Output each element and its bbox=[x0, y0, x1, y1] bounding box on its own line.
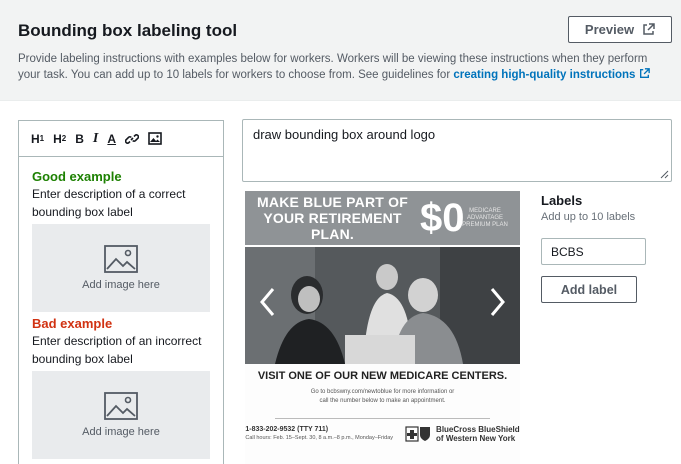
text-color-icon[interactable]: A bbox=[107, 131, 116, 147]
good-example-image-placeholder[interactable]: Add image here bbox=[32, 224, 210, 312]
image-placeholder-icon bbox=[104, 245, 138, 273]
labels-subtitle: Add up to 10 labels bbox=[541, 211, 636, 223]
guidelines-link[interactable]: creating high-quality instructions bbox=[453, 68, 650, 81]
bcbs-logo: BlueCross BlueShield of Western New York bbox=[405, 425, 520, 443]
h2-icon[interactable]: H2 bbox=[53, 131, 66, 147]
ad-small-text: MEDICARE ADVANTAGE PREMIUM PLAN bbox=[462, 207, 508, 228]
image-canvas[interactable]: MAKE BLUE PART OF YOUR RETIREMENT PLAN. … bbox=[245, 191, 520, 464]
examples-editor[interactable]: H1 H2 B I A Good example Enter descripti… bbox=[18, 120, 224, 464]
external-link-icon bbox=[639, 68, 650, 78]
label-input[interactable]: BCBS bbox=[541, 238, 646, 265]
ad-banner: MAKE BLUE PART OF YOUR RETIREMENT PLAN. … bbox=[245, 191, 520, 245]
bold-icon[interactable]: B bbox=[75, 131, 84, 147]
good-example-title: Good example bbox=[32, 169, 122, 184]
bad-example: Bad example Enter description of an inco… bbox=[32, 316, 212, 459]
editor-toolbar: H1 H2 B I A bbox=[19, 121, 223, 157]
ad-big-number: $0 bbox=[420, 195, 465, 240]
next-image-icon[interactable] bbox=[488, 287, 506, 317]
bcbs-brand-text: BlueCross BlueShield of Western New York bbox=[436, 425, 520, 443]
instructions-textarea[interactable]: draw bounding box around logo bbox=[242, 119, 672, 182]
link-icon[interactable] bbox=[125, 131, 140, 147]
instructions-value: draw bounding box around logo bbox=[253, 127, 436, 142]
resize-grip-icon[interactable] bbox=[660, 170, 669, 179]
preview-label: Preview bbox=[584, 22, 635, 37]
italic-icon[interactable]: I bbox=[93, 131, 98, 147]
bad-example-description[interactable]: Enter description of an incorrect boundi… bbox=[32, 332, 212, 368]
labels-title: Labels bbox=[541, 193, 583, 208]
image-placeholder-icon bbox=[104, 392, 138, 420]
external-link-icon bbox=[643, 23, 655, 35]
bad-example-image-placeholder[interactable]: Add image here bbox=[32, 371, 210, 459]
ad-body: VISIT ONE OF OUR NEW MEDICARE CENTERS. G… bbox=[245, 364, 520, 464]
add-image-label: Add image here bbox=[82, 426, 160, 438]
ad-subtext: Go to bcbswny.com/newtoblue for more inf… bbox=[310, 389, 455, 404]
instructions-description: Provide labeling instructions with examp… bbox=[18, 51, 668, 83]
bad-example-title: Bad example bbox=[32, 316, 113, 331]
ad-footer: 1-833-202-9532 (TTY 711) Call hours: Feb… bbox=[245, 425, 520, 443]
previous-image-icon[interactable] bbox=[259, 287, 277, 317]
ad-headline: MAKE BLUE PART OF YOUR RETIREMENT PLAN. bbox=[257, 194, 408, 242]
good-example: Good example Enter description of a corr… bbox=[32, 169, 212, 312]
cross-shield-icon bbox=[405, 426, 431, 442]
page-title: Bounding box labeling tool bbox=[18, 21, 238, 40]
h1-icon[interactable]: H1 bbox=[31, 131, 44, 147]
good-example-description[interactable]: Enter description of a correct bounding … bbox=[32, 185, 212, 221]
ad-divider bbox=[275, 418, 490, 419]
ad-heading: VISIT ONE OF OUR NEW MEDICARE CENTERS. bbox=[257, 370, 508, 382]
image-icon[interactable] bbox=[148, 131, 162, 147]
tool-header: Bounding box labeling tool Preview Provi… bbox=[0, 0, 681, 101]
preview-button[interactable]: Preview bbox=[568, 16, 672, 43]
ad-photo bbox=[245, 247, 520, 364]
add-label-button[interactable]: Add label bbox=[541, 276, 637, 303]
ad-phone: 1-833-202-9532 (TTY 711) Call hours: Feb… bbox=[245, 426, 394, 441]
add-image-label: Add image here bbox=[82, 279, 160, 291]
